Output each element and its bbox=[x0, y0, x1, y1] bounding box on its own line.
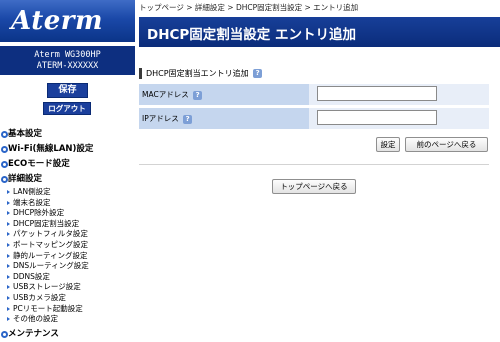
bullet-icon bbox=[1, 176, 8, 183]
mac-address-label: MACアドレス bbox=[142, 90, 189, 99]
nav-sub-other[interactable]: その他の設定 bbox=[0, 314, 135, 325]
nav-sub-packet-filter[interactable]: パケットフィルタ設定 bbox=[0, 229, 135, 240]
section-title: DHCP固定割当エントリ追加 ? bbox=[139, 68, 263, 79]
set-button[interactable]: 設定 bbox=[376, 137, 400, 152]
bullet-icon bbox=[1, 146, 8, 153]
nav-sub-pc-remote-wake[interactable]: PCリモート起動設定 bbox=[0, 304, 135, 315]
arrow-right-icon bbox=[7, 221, 10, 226]
arrow-right-icon bbox=[7, 232, 10, 237]
arrow-right-icon bbox=[7, 211, 10, 216]
nav-label: ECOモード設定 bbox=[8, 159, 70, 169]
nav-sub-label: DNSルーティング設定 bbox=[13, 261, 89, 271]
save-button[interactable]: 保存 bbox=[47, 83, 88, 98]
nav-sub-usb-camera[interactable]: USBカメラ設定 bbox=[0, 293, 135, 304]
nav-sub-label: ポートマッピング設定 bbox=[13, 239, 88, 249]
page-title: DHCP固定割当設定 エントリ追加 bbox=[147, 27, 357, 43]
ip-address-row: IPアドレス ? bbox=[139, 108, 489, 129]
nav-label: 詳細設定 bbox=[8, 174, 43, 184]
nav-sub-label: パケットフィルタ設定 bbox=[13, 229, 88, 239]
nav-sub-device-name[interactable]: 端末名設定 bbox=[0, 198, 135, 209]
arrow-right-icon bbox=[7, 317, 10, 322]
bullet-icon bbox=[1, 330, 8, 338]
aterm-logo: Aterm bbox=[11, 6, 103, 36]
nav-sub-static-routing[interactable]: 静的ルーティング設定 bbox=[0, 251, 135, 262]
nav-advanced-settings[interactable]: 詳細設定 bbox=[0, 172, 135, 187]
nav-sub-label: DHCP除外設定 bbox=[13, 208, 65, 218]
model-name: Aterm WG300HP bbox=[34, 50, 101, 60]
logo-banner: Aterm bbox=[0, 0, 135, 42]
nav-sub-ddns[interactable]: DDNS設定 bbox=[0, 272, 135, 283]
arrow-right-icon bbox=[7, 264, 10, 269]
ip-address-label-cell: IPアドレス ? bbox=[139, 108, 309, 129]
mac-address-row: MACアドレス ? bbox=[139, 84, 489, 105]
arrow-right-icon bbox=[7, 295, 10, 300]
sidebar: Aterm Aterm WG300HP ATERM-XXXXXX 保存 ログアウ… bbox=[0, 0, 135, 339]
divider bbox=[139, 164, 489, 165]
arrow-right-icon bbox=[7, 242, 10, 247]
arrow-right-icon bbox=[7, 306, 10, 311]
nav-sub-dhcp-exclude[interactable]: DHCP除外設定 bbox=[0, 208, 135, 219]
nav-maintenance[interactable]: メンテナンス bbox=[0, 327, 135, 342]
mac-address-label-cell: MACアドレス ? bbox=[139, 84, 309, 105]
nav-sub-dns-routing[interactable]: DNSルーティング設定 bbox=[0, 261, 135, 272]
nav-wifi-settings[interactable]: Wi-Fi(無線LAN)設定 bbox=[0, 142, 135, 157]
back-button[interactable]: 前のページへ戻る bbox=[405, 137, 488, 152]
help-icon[interactable]: ? bbox=[253, 69, 263, 78]
arrow-right-icon bbox=[7, 274, 10, 279]
nav-label: 基本設定 bbox=[8, 129, 43, 139]
nav-sub-label: USBカメラ設定 bbox=[13, 292, 66, 302]
nav-sub-lan[interactable]: LAN側設定 bbox=[0, 187, 135, 198]
nav-sub-label: LAN側設定 bbox=[13, 187, 51, 196]
arrow-right-icon bbox=[7, 200, 10, 205]
nav-sub-usb-storage[interactable]: USBストレージ設定 bbox=[0, 282, 135, 293]
ip-address-input[interactable] bbox=[317, 110, 437, 125]
help-icon[interactable]: ? bbox=[183, 114, 193, 124]
back-to-top-button[interactable]: トップページへ戻る bbox=[272, 179, 356, 194]
nav-sub-port-mapping[interactable]: ポートマッピング設定 bbox=[0, 240, 135, 251]
nav-sub-label: USBストレージ設定 bbox=[13, 282, 81, 292]
nav-label: メンテナンス bbox=[8, 328, 59, 339]
nav-sub-label: 端末名設定 bbox=[13, 197, 51, 207]
nav-sub-label: DDNS設定 bbox=[13, 271, 50, 281]
arrow-right-icon bbox=[7, 285, 10, 290]
section-title-text: DHCP固定割当エントリ追加 bbox=[146, 69, 249, 78]
mac-address-input[interactable] bbox=[317, 86, 437, 101]
page-header: DHCP固定割当設定 エントリ追加 bbox=[139, 17, 500, 47]
sidebar-nav: 基本設定 Wi-Fi(無線LAN)設定 ECOモード設定 詳細設定 LAN側設定… bbox=[0, 127, 135, 342]
nav-sub-label: DHCP固定割当設定 bbox=[13, 218, 80, 228]
ip-address-label: IPアドレス bbox=[142, 114, 179, 123]
bullet-icon bbox=[1, 131, 8, 138]
nav-sub-label: 静的ルーティング設定 bbox=[13, 250, 88, 260]
sidebar-button-area: 保存 ログアウト bbox=[0, 75, 135, 121]
nav-sub-label: PCリモート起動設定 bbox=[13, 303, 83, 313]
nav-sub-dhcp-static[interactable]: DHCP固定割当設定 bbox=[0, 219, 135, 230]
nav-sub-label: その他の設定 bbox=[13, 314, 58, 324]
help-icon[interactable]: ? bbox=[193, 90, 203, 100]
model-id: ATERM-XXXXXX bbox=[36, 61, 99, 71]
model-info: Aterm WG300HP ATERM-XXXXXX bbox=[0, 46, 135, 75]
arrow-right-icon bbox=[7, 190, 10, 194]
breadcrumb[interactable]: トップページ > 詳細設定 > DHCP固定割当設定 > エントリ追加 bbox=[139, 2, 358, 13]
arrow-right-icon bbox=[7, 253, 10, 258]
logout-button[interactable]: ログアウト bbox=[43, 102, 91, 115]
bullet-icon bbox=[1, 161, 8, 168]
nav-label: Wi-Fi(無線LAN)設定 bbox=[8, 144, 94, 154]
nav-eco-mode[interactable]: ECOモード設定 bbox=[0, 157, 135, 172]
nav-basic-settings[interactable]: 基本設定 bbox=[0, 127, 135, 142]
